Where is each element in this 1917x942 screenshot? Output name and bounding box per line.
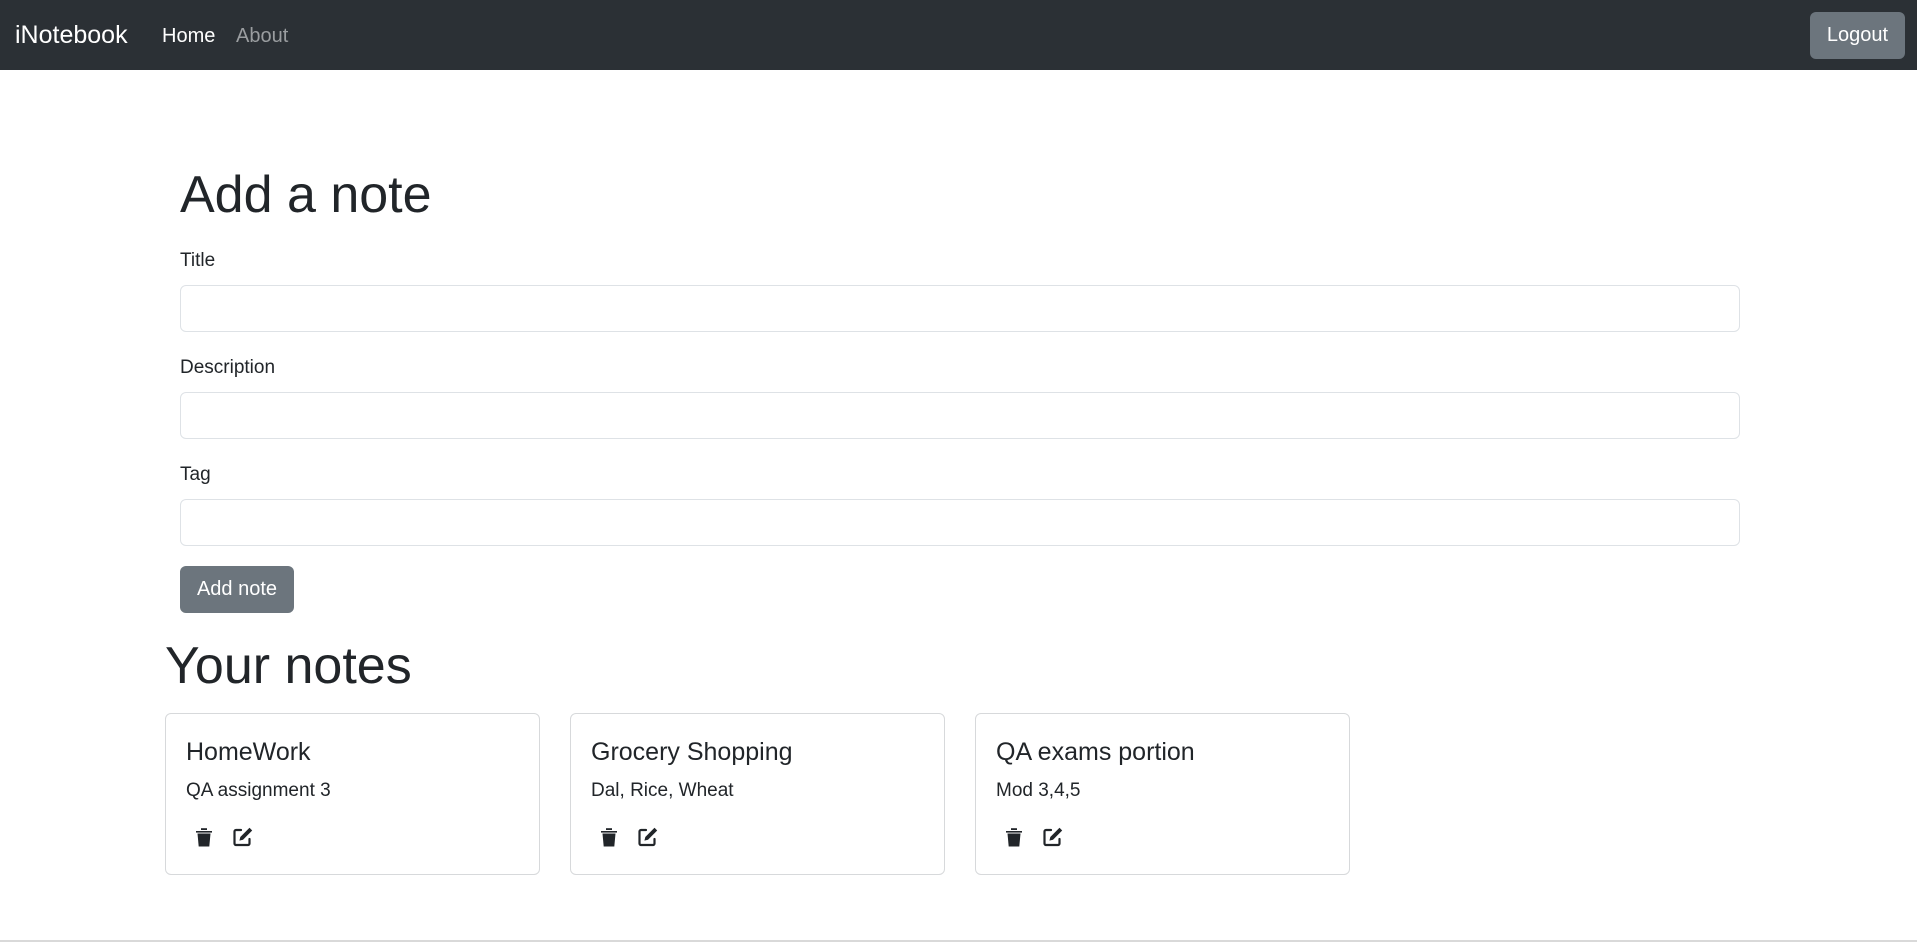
note-title: Grocery Shopping <box>591 738 793 766</box>
title-label: Title <box>180 250 216 271</box>
trash-icon[interactable] <box>194 826 218 850</box>
note-description: Mod 3,4,5 <box>996 780 1081 801</box>
tag-label: Tag <box>180 464 211 485</box>
description-input[interactable] <box>180 392 1740 439</box>
note-card: HomeWork QA assignment 3 <box>165 713 540 875</box>
add-note-heading: Add a note <box>180 166 432 224</box>
nav-link-about[interactable]: About <box>236 23 288 49</box>
logout-button[interactable]: Logout <box>1810 12 1905 59</box>
note-title: QA exams portion <box>996 738 1195 766</box>
trash-icon[interactable] <box>599 826 623 850</box>
note-description: QA assignment 3 <box>186 780 331 801</box>
edit-icon[interactable] <box>1042 826 1066 850</box>
your-notes-heading: Your notes <box>165 637 412 695</box>
title-input[interactable] <box>180 285 1740 332</box>
nav-link-home[interactable]: Home <box>162 23 215 49</box>
navbar: iNotebook Home About Logout <box>0 0 1917 70</box>
note-card: QA exams portion Mod 3,4,5 <box>975 713 1350 875</box>
trash-icon[interactable] <box>1004 826 1028 850</box>
edit-icon[interactable] <box>637 826 661 850</box>
note-description: Dal, Rice, Wheat <box>591 780 734 801</box>
note-card: Grocery Shopping Dal, Rice, Wheat <box>570 713 945 875</box>
tag-input[interactable] <box>180 499 1740 546</box>
add-note-button[interactable]: Add note <box>180 566 294 613</box>
edit-icon[interactable] <box>232 826 256 850</box>
description-label: Description <box>180 357 276 378</box>
note-title: HomeWork <box>186 738 311 766</box>
brand-logo[interactable]: iNotebook <box>15 19 128 51</box>
